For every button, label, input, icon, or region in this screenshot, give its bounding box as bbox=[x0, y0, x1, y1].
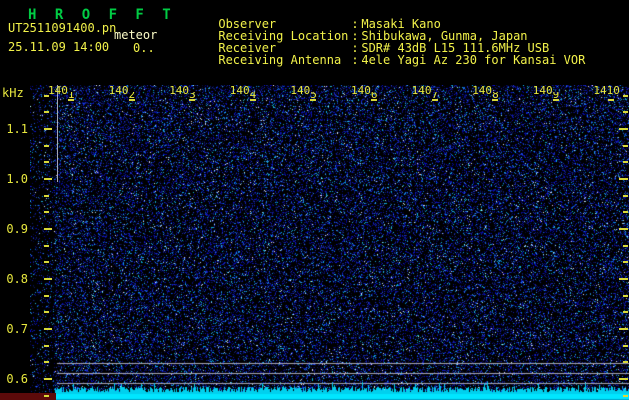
y-axis-tick-left bbox=[44, 295, 49, 297]
x-axis-tick bbox=[68, 99, 74, 101]
x-axis-label: 140 6 bbox=[351, 84, 378, 99]
x-axis-label: 140 1 bbox=[48, 84, 75, 99]
y-axis-tick-left bbox=[44, 145, 49, 147]
y-axis-label: 1.1 bbox=[6, 122, 28, 136]
y-axis-tick-left bbox=[44, 245, 49, 247]
y-axis-tick-right bbox=[623, 111, 628, 113]
y-axis-tick-right bbox=[623, 145, 628, 147]
y-axis-tick-left bbox=[44, 395, 49, 397]
x-axis-label: 140 8 bbox=[472, 84, 499, 99]
x-axis-label: 140 7 bbox=[411, 84, 439, 99]
y-axis-tick-left bbox=[44, 378, 52, 380]
axis-border-line bbox=[57, 85, 58, 182]
y-axis-tick-left bbox=[44, 128, 52, 130]
x-axis-label: 140 5 bbox=[290, 84, 317, 99]
y-axis-label: 0.8 bbox=[6, 272, 28, 286]
counter-label: 0.. bbox=[133, 41, 155, 55]
datetime-label: 25.11.09 14:00 bbox=[8, 40, 110, 54]
x-axis-label: 140 4 bbox=[229, 84, 257, 99]
y-axis-tick-left bbox=[44, 261, 49, 263]
y-axis-tick-right bbox=[623, 295, 628, 297]
header-info-block: Observer: Masaki Kano Receiving Location:… bbox=[175, 6, 585, 66]
x-axis-tick bbox=[608, 99, 615, 101]
y-axis-tick-right bbox=[619, 378, 628, 380]
y-axis-label: 0.9 bbox=[6, 222, 28, 236]
y-axis-tick-right bbox=[619, 128, 628, 130]
info-colon: : bbox=[351, 53, 359, 67]
y-axis-label: 0.6 bbox=[6, 372, 28, 386]
y-axis-tick-right bbox=[619, 178, 628, 180]
y-axis-tick-left bbox=[44, 311, 49, 313]
y-axis-tick-left bbox=[44, 195, 49, 197]
y-axis-tick-left bbox=[44, 345, 49, 347]
info-label: Receiving Antenna bbox=[218, 53, 342, 67]
x-axis-tick bbox=[492, 99, 499, 101]
y-axis-tick-right bbox=[623, 161, 628, 163]
y-axis-label: 0.7 bbox=[6, 322, 28, 336]
x-axis-tick bbox=[249, 99, 256, 101]
x-axis-label: 140 3 bbox=[169, 84, 196, 99]
spectrogram-canvas bbox=[30, 85, 629, 400]
y-axis-tick-right bbox=[619, 278, 628, 280]
x-axis-label: 140 2 bbox=[108, 84, 136, 99]
y-axis-tick-left bbox=[44, 111, 49, 113]
y-axis-tick-left bbox=[44, 361, 49, 363]
y-axis-tick-right bbox=[623, 395, 628, 397]
y-axis-tick-right bbox=[623, 95, 628, 97]
info-value: 4ele Yagi Az 230 for Kansai VOR bbox=[361, 53, 586, 67]
x-axis-tick bbox=[431, 99, 438, 101]
y-axis-tick-right bbox=[623, 361, 628, 363]
meteor-label: meteor bbox=[114, 28, 158, 42]
y-axis-tick-right bbox=[619, 228, 628, 230]
x-axis-tick bbox=[371, 99, 377, 101]
x-axis-tick bbox=[552, 99, 559, 101]
y-axis-tick-left bbox=[44, 278, 52, 280]
y-axis-tick-right bbox=[623, 211, 628, 213]
y-axis-tick-right bbox=[623, 195, 628, 197]
filename-label: UT2511091400.pn bbox=[8, 21, 117, 35]
y-axis-tick-right bbox=[623, 345, 628, 347]
y-axis-tick-left bbox=[44, 228, 52, 230]
x-axis-tick bbox=[128, 99, 135, 101]
hrofft-window: kHz 1.1 1.0 0.9 0.8 0.7 0.6 140 1 140 2 140 3 140 4 1… bbox=[0, 0, 629, 400]
y-axis-tick-left bbox=[44, 95, 49, 97]
y-axis-tick-left bbox=[44, 328, 52, 330]
y-axis-unit: kHz bbox=[2, 86, 24, 100]
info-row-observer: Observer: Masaki Kano bbox=[175, 6, 585, 30]
y-axis-label: 1.0 bbox=[6, 172, 28, 186]
y-axis-tick-right bbox=[623, 261, 628, 263]
x-axis-tick bbox=[310, 99, 317, 101]
y-axis-tick-right bbox=[623, 245, 628, 247]
x-axis-label: 1410 bbox=[593, 84, 620, 97]
y-axis-tick-left bbox=[44, 178, 52, 180]
y-axis-tick-left bbox=[44, 161, 49, 163]
x-axis-tick bbox=[189, 99, 196, 101]
y-axis-tick-left bbox=[44, 211, 49, 213]
y-axis-tick-right bbox=[623, 311, 628, 313]
x-axis-label: 140 9 bbox=[532, 84, 560, 99]
y-axis-tick-right bbox=[619, 328, 628, 330]
